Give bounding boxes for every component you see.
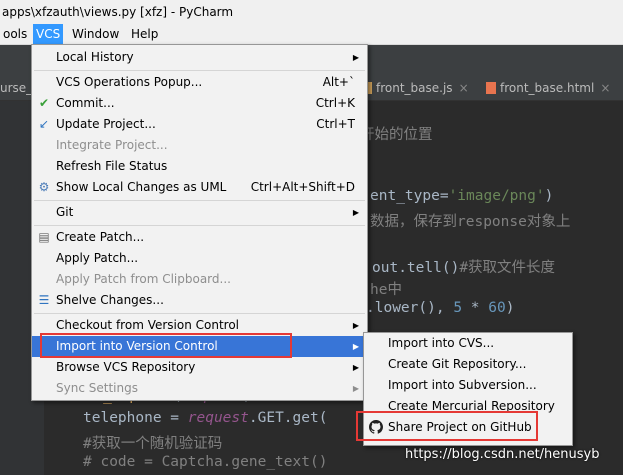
code-comment: 开始的位置 bbox=[360, 127, 433, 143]
submenu-arrow-icon: ▶ bbox=[352, 363, 359, 372]
menu-item-label: Apply Patch from Clipboard... bbox=[56, 272, 231, 286]
menu-separator bbox=[34, 313, 365, 314]
code-comment: #获取一个随机验证码 bbox=[83, 436, 223, 452]
menu-item-label: Git bbox=[56, 205, 74, 219]
code-token: .lower(), bbox=[366, 300, 454, 316]
tab-front-base-js[interactable]: front_base.js × bbox=[362, 77, 469, 100]
code-token: * bbox=[462, 300, 489, 316]
menu-item-label: Apply Patch... bbox=[56, 251, 139, 265]
menu-item-label: Update Project... bbox=[56, 117, 156, 131]
tab-front-base-html[interactable]: front_base.html × bbox=[486, 77, 610, 100]
code-token: ent_type= bbox=[370, 188, 449, 204]
shortcut-label: Ctrl+T bbox=[316, 117, 355, 131]
menu-item-label: Browse VCS Repository bbox=[56, 360, 196, 374]
submenu-arrow-icon: ▶ bbox=[352, 53, 359, 62]
menu-item-label: Local History bbox=[56, 50, 134, 64]
watermark: https://blog.csdn.net/henusyb bbox=[405, 447, 600, 462]
code-line: out.tell()#获取文件长度 bbox=[372, 256, 555, 277]
menu-item-label: Create Patch... bbox=[56, 230, 145, 244]
close-icon[interactable]: × bbox=[600, 81, 610, 95]
menu-tools[interactable]: ools bbox=[0, 24, 30, 44]
menu-item-show-local-changes-uml[interactable]: ⚙ Show Local Changes as UML Ctrl+Alt+Shift… bbox=[32, 177, 367, 198]
tab-label: urse_ bbox=[0, 81, 33, 95]
shortcut-label: Ctrl+K bbox=[315, 96, 355, 110]
menu-item-label: Create Git Repository... bbox=[388, 357, 527, 371]
check-icon: ✔ bbox=[38, 96, 50, 110]
shortcut-label: Ctrl+Alt+Shift+D bbox=[250, 180, 355, 194]
menu-item-label: Import into Subversion... bbox=[388, 378, 537, 392]
menu-item-apply-patch-clipboard: Apply Patch from Clipboard... bbox=[32, 269, 367, 290]
menu-item-browse-vcs-repository[interactable]: Browse VCS Repository ▶ bbox=[32, 357, 367, 378]
menu-item-vcs-operations-popup[interactable]: VCS Operations Popup... Alt+` bbox=[32, 72, 367, 93]
menu-item-integrate-project: Integrate Project... bbox=[32, 135, 367, 156]
code-token: .GET.get( bbox=[248, 410, 328, 426]
code-token: telephone = bbox=[83, 410, 188, 426]
menu-item-label: Import into CVS... bbox=[388, 336, 495, 350]
code-string: 'image/png' bbox=[448, 188, 545, 204]
menu-item-label: Refresh File Status bbox=[56, 159, 168, 173]
menu-item-update-project[interactable]: ↙ Update Project... Ctrl+T bbox=[32, 114, 367, 135]
menu-separator bbox=[34, 70, 365, 71]
tab-label: front_base.js bbox=[376, 81, 453, 95]
menu-vcs[interactable]: VCS bbox=[33, 24, 64, 44]
menu-bar: ools VCS Window Help bbox=[0, 24, 623, 45]
menu-separator bbox=[34, 225, 365, 226]
code-line: .lower(), 5 * 60) bbox=[366, 300, 514, 316]
menu-item-shelve-changes[interactable]: ☰ Shelve Changes... bbox=[32, 290, 367, 311]
code-number: 5 bbox=[453, 300, 463, 316]
menu-item-label: Commit... bbox=[56, 96, 115, 110]
menu-item-commit[interactable]: ✔ Commit... Ctrl+K bbox=[32, 93, 367, 114]
code-token: ) bbox=[544, 188, 554, 204]
uml-icon: ⚙ bbox=[38, 180, 50, 194]
tab-label: front_base.html bbox=[500, 81, 595, 95]
tab-course[interactable]: urse_ bbox=[0, 77, 32, 100]
menu-separator bbox=[34, 200, 365, 201]
html-file-icon bbox=[486, 82, 496, 94]
menu-item-label: VCS Operations Popup... bbox=[56, 75, 203, 89]
menu-help[interactable]: Help bbox=[128, 24, 161, 44]
menu-item-sync-settings: Sync Settings ▶ bbox=[32, 378, 367, 399]
menu-item-label: Shelve Changes... bbox=[56, 293, 164, 307]
menu-item-create-patch[interactable]: ▤ Create Patch... bbox=[32, 227, 367, 248]
menu-item-label: Show Local Changes as UML bbox=[56, 180, 227, 194]
code-comment: he中 bbox=[370, 282, 402, 298]
code-line: ent_type='image/png') bbox=[370, 188, 553, 204]
code-param: request bbox=[187, 410, 249, 426]
shortcut-label: Alt+` bbox=[322, 75, 355, 89]
menu-item-refresh-file-status[interactable]: Refresh File Status bbox=[32, 156, 367, 177]
menu-item-label: Sync Settings bbox=[56, 381, 138, 395]
menu-window[interactable]: Window bbox=[69, 24, 122, 44]
patch-icon: ▤ bbox=[38, 230, 50, 244]
code-number: 60 bbox=[488, 300, 506, 316]
menu-item-create-git-repository[interactable]: Create Git Repository... bbox=[364, 354, 572, 375]
menu-item-import-into-cvs[interactable]: Import into CVS... bbox=[364, 333, 572, 354]
menu-item-label: Integrate Project... bbox=[56, 138, 168, 152]
window-title: apps\xfzauth\views.py [xfz] - PyCharm bbox=[0, 0, 623, 24]
menu-item-git[interactable]: Git ▶ bbox=[32, 202, 367, 223]
close-icon[interactable]: × bbox=[459, 81, 469, 95]
code-comment: # code = Captcha.gene_text() bbox=[83, 454, 328, 470]
code-comment: #获取文件长度 bbox=[459, 260, 556, 276]
menu-item-local-history[interactable]: Local History ▶ bbox=[32, 47, 367, 68]
highlight-box-import bbox=[40, 333, 292, 358]
update-arrow-icon: ↙ bbox=[38, 117, 50, 131]
code-comment: 数据，保存到response对象上 bbox=[370, 214, 571, 230]
submenu-arrow-icon: ▶ bbox=[352, 208, 359, 217]
submenu-arrow-icon: ▶ bbox=[352, 321, 359, 330]
menu-item-import-into-subversion[interactable]: Import into Subversion... bbox=[364, 375, 572, 396]
shelve-icon: ☰ bbox=[38, 293, 50, 307]
code-token: out.tell() bbox=[372, 260, 460, 276]
menu-item-apply-patch[interactable]: Apply Patch... bbox=[32, 248, 367, 269]
submenu-arrow-icon: ▶ bbox=[352, 342, 359, 351]
submenu-arrow-icon: ▶ bbox=[352, 384, 359, 393]
highlight-box-github bbox=[356, 411, 538, 441]
code-token: ) bbox=[505, 300, 515, 316]
code-line: telephone = request.GET.get( bbox=[83, 410, 327, 426]
